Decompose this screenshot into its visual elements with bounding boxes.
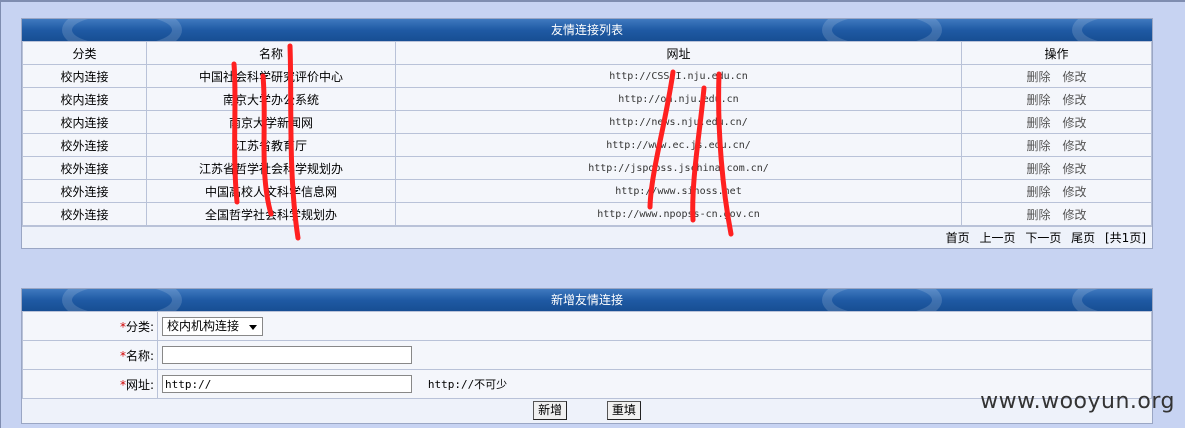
table-row: 校外连接 江苏省教育厅 http://www.ec.js.edu.cn/删除 修改 — [22, 133, 1152, 157]
add-link-title-bar: 新增友情连接 — [22, 289, 1152, 311]
pager-next-link[interactable]: 下一页 — [1025, 231, 1061, 245]
delete-link[interactable]: 删除 — [1026, 139, 1050, 153]
row-actions: 删除 修改 — [961, 133, 1152, 157]
category-label: *分类: — [22, 311, 158, 341]
url-label: *网址: — [22, 369, 158, 399]
delete-link[interactable]: 删除 — [1026, 185, 1050, 199]
edit-link[interactable]: 修改 — [1063, 93, 1087, 107]
row-name: 全国哲学社会科学规划办 — [146, 202, 396, 226]
row-url: http://oa.nju.edu.cn — [395, 87, 962, 111]
row-actions: 删除 修改 — [961, 202, 1152, 226]
pager-last-link[interactable]: 尾页 — [1071, 231, 1095, 245]
add-link-title: 新增友情连接 — [550, 293, 623, 307]
category-select-value: 校内机构连接 — [167, 318, 240, 333]
delete-link[interactable]: 删除 — [1026, 70, 1050, 84]
row-category: 校外连接 — [22, 179, 147, 203]
delete-link[interactable]: 删除 — [1026, 116, 1050, 130]
category-select[interactable]: 校内机构连接 — [162, 316, 263, 336]
edit-link[interactable]: 修改 — [1063, 70, 1087, 84]
table-row: 校外连接 中国高校人文科学信息网 http://www.sinoss.net 删除 修改 — [22, 179, 1152, 203]
row-actions: 删除 修改 — [961, 156, 1152, 180]
delete-link[interactable]: 删除 — [1026, 162, 1050, 176]
table-header-row: 分类 名称 网址 操作 — [22, 41, 1152, 65]
link-list-table: 分类 名称 网址 操作 校内连接 中国社会科学研究评价中心 http://CSSCI… — [22, 41, 1152, 226]
submit-button[interactable]: 新增 — [533, 401, 568, 420]
link-list-title: 友情连接列表 — [550, 23, 623, 37]
row-url: http://www.npopss-cn.gov.cn — [395, 202, 962, 226]
edit-link[interactable]: 修改 — [1063, 162, 1087, 176]
pager: 首页 上一页 下一页 尾页 [共1页] — [22, 226, 1152, 248]
reset-button[interactable]: 重填 — [606, 401, 641, 420]
column-header-name: 名称 — [146, 41, 396, 65]
column-header-category: 分类 — [22, 41, 147, 65]
pager-total: [共1页] — [1105, 231, 1146, 245]
name-label: *名称: — [22, 340, 158, 370]
row-category: 校外连接 — [22, 133, 147, 157]
row-actions: 删除 修改 — [961, 64, 1152, 88]
delete-link[interactable]: 删除 — [1026, 208, 1050, 222]
row-category: 校外连接 — [22, 156, 147, 180]
table-row: 校内连接 南京大学办公系统 http://oa.nju.edu.cn 删除 修改 — [22, 87, 1152, 111]
row-actions: 删除 修改 — [961, 179, 1152, 203]
table-row: 校外连接 江苏省哲学社会科学规划办 http://jspopss.jschina.c… — [22, 156, 1152, 180]
row-category: 校内连接 — [22, 87, 147, 111]
form-row-name: *名称: — [22, 340, 1152, 370]
link-list-panel: 友情连接列表 分类 名称 网址 操作 校内连接 中国社会科学研究评价中心 http:… — [21, 18, 1153, 249]
pager-first-link[interactable]: 首页 — [946, 231, 970, 245]
row-name: 中国高校人文科学信息网 — [146, 179, 396, 203]
row-url: http://www.sinoss.net — [395, 179, 962, 203]
url-input[interactable] — [162, 375, 412, 393]
url-hint: http://不可少 — [427, 377, 508, 391]
table-row: 校外连接 全国哲学社会科学规划办 http://www.npopss-cn.gov.… — [22, 202, 1152, 226]
row-name: 江苏省教育厅 — [146, 133, 396, 157]
edit-link[interactable]: 修改 — [1063, 208, 1087, 222]
row-url: http://CSSCI.nju.edu.cn — [395, 64, 962, 88]
row-name: 中国社会科学研究评价中心 — [146, 64, 396, 88]
row-url: http://jspopss.jschina.com.cn/ — [395, 156, 962, 180]
row-actions: 删除 修改 — [961, 87, 1152, 111]
pager-prev-link[interactable]: 上一页 — [979, 231, 1015, 245]
link-rows: 校内连接 中国社会科学研究评价中心 http://CSSCI.nju.edu.cn 删… — [22, 64, 1152, 226]
row-actions: 删除 修改 — [961, 110, 1152, 134]
delete-link[interactable]: 删除 — [1026, 93, 1050, 107]
table-row: 校内连接 中国社会科学研究评价中心 http://CSSCI.nju.edu.cn 删… — [22, 64, 1152, 88]
watermark-text: www.wooyun.org — [980, 389, 1175, 414]
table-row: 校内连接 南京大学新闻网 http://news.nju.edu.cn/删除 修改 — [22, 110, 1152, 134]
row-category: 校内连接 — [22, 110, 147, 134]
name-input[interactable] — [162, 346, 412, 364]
chevron-down-icon — [249, 324, 257, 330]
column-header-url: 网址 — [395, 41, 962, 65]
link-list-title-bar: 友情连接列表 — [22, 19, 1152, 41]
row-url: http://www.ec.js.edu.cn/ — [395, 133, 962, 157]
edit-link[interactable]: 修改 — [1063, 139, 1087, 153]
form-row-category: *分类: 校内机构连接 — [22, 311, 1152, 341]
add-link-form: *分类: 校内机构连接 *名称: *网址: http:// http://不可少 — [22, 311, 1152, 399]
row-category: 校外连接 — [22, 202, 147, 226]
edit-link[interactable]: 修改 — [1063, 116, 1087, 130]
column-header-actions: 操作 — [961, 41, 1152, 65]
row-category: 校内连接 — [22, 64, 147, 88]
row-name: 南京大学新闻网 — [146, 110, 396, 134]
edit-link[interactable]: 修改 — [1063, 185, 1087, 199]
row-url: http://news.nju.edu.cn/ — [395, 110, 962, 134]
row-name: 江苏省哲学社会科学规划办 — [146, 156, 396, 180]
row-name: 南京大学办公系统 — [146, 87, 396, 111]
